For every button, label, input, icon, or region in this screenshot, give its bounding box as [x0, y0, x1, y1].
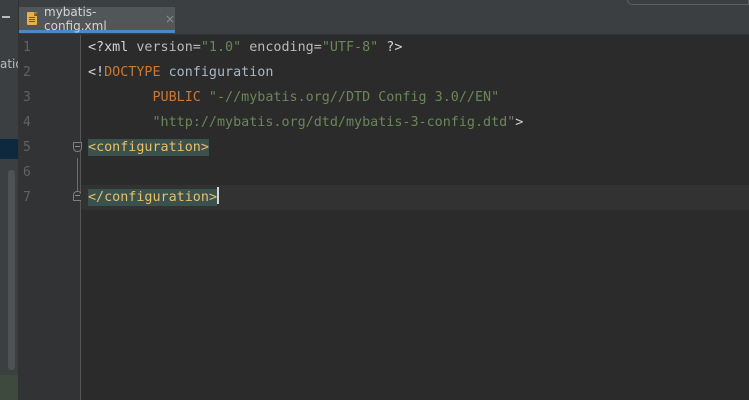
code-line-3: PUBLIC "-//mybatis.org//DTD Config 3.0//…	[88, 85, 500, 110]
code-line-5: <configuration>	[88, 135, 209, 160]
tag-bracket: <	[88, 140, 97, 155]
line-number: 4	[23, 115, 31, 130]
project-tree-item-label[interactable]: ation	[0, 57, 18, 71]
line-number: 2	[23, 65, 31, 80]
doctype-open: <!	[88, 65, 105, 80]
xml-decl-open: <?xml	[88, 40, 137, 55]
doctype-name: configuration	[160, 65, 274, 80]
system-id: "http://mybatis.org/dtd/mybatis-3-config…	[152, 115, 516, 130]
line-number: 6	[23, 165, 31, 180]
toolbar-widget[interactable]	[627, 0, 749, 5]
project-tree-selected-row[interactable]	[0, 139, 18, 159]
attr-value: "1.0"	[200, 40, 242, 55]
panel-footer	[0, 375, 18, 400]
xml-file-icon	[27, 12, 38, 25]
line-number: 1	[23, 40, 31, 55]
matched-close-tag: </configuration>	[88, 189, 217, 206]
code-line-4: "http://mybatis.org/dtd/mybatis-3-config…	[88, 110, 524, 135]
matched-open-tag: <configuration>	[88, 139, 209, 156]
project-tree-scrollbar[interactable]	[8, 170, 15, 370]
xml-decl-close: ?>	[378, 40, 403, 55]
fold-collapse-icon[interactable]	[73, 142, 82, 152]
text-caret	[217, 187, 219, 204]
code-editor[interactable]: 1 2 3 4 5 6 7 <?xml version="1.0" encodi…	[19, 35, 749, 400]
editor-tab-bar: mybatis-config.xml ×	[19, 0, 749, 35]
tag-bracket: </	[88, 190, 105, 205]
tab-label: mybatis-config.xml	[44, 4, 107, 33]
doctype-close: >	[515, 115, 524, 130]
tag-name: configuration	[96, 140, 201, 155]
code-line-7: </configuration>	[88, 185, 219, 210]
attr-value: "UTF-8"	[321, 40, 379, 55]
public-keyword: PUBLIC	[152, 90, 201, 105]
close-icon[interactable]: ×	[165, 12, 175, 26]
line-number-gutter: 1 2 3 4 5 6 7	[19, 35, 82, 400]
tab-mybatis-config[interactable]: mybatis-config.xml ×	[19, 4, 175, 33]
tag-name: configuration	[104, 190, 209, 205]
attr-version: version=	[136, 40, 201, 55]
line-number: 7	[23, 190, 31, 205]
collapse-icon[interactable]	[2, 16, 10, 18]
attr-encoding: encoding=	[241, 40, 322, 55]
line-number: 3	[23, 90, 31, 105]
project-tool-window: ation	[0, 0, 19, 400]
line-number: 5	[23, 140, 31, 155]
code-line-2: <!DOCTYPE configuration	[88, 60, 273, 85]
tag-bracket: >	[208, 190, 217, 205]
tag-bracket: >	[200, 140, 209, 155]
doctype-keyword: DOCTYPE	[104, 65, 161, 80]
public-id: "-//mybatis.org//DTD Config 3.0//EN"	[200, 90, 500, 105]
code-line-1: <?xml version="1.0" encoding="UTF-8" ?>	[88, 35, 402, 60]
